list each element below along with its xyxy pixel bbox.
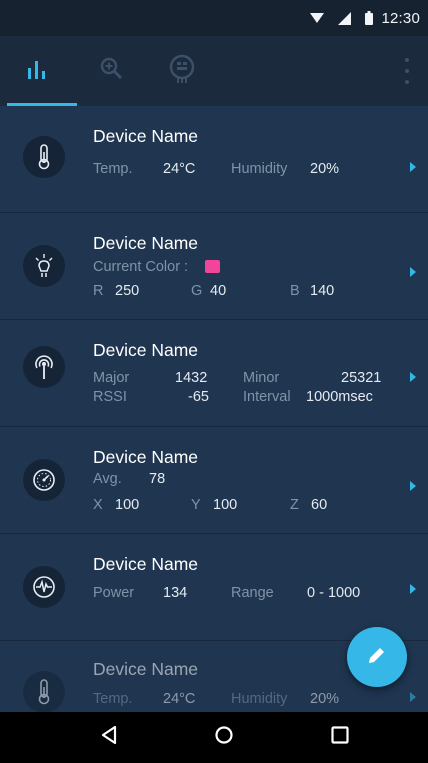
temp-label: Temp. xyxy=(93,161,133,177)
rssi-label: RSSI xyxy=(93,389,127,405)
temp-label: Temp. xyxy=(93,691,133,707)
interval-value: 1000msec xyxy=(306,389,373,405)
tab-search[interactable] xyxy=(82,36,142,106)
chevron-right-icon xyxy=(410,584,416,594)
system-nav-bar xyxy=(0,712,428,763)
x-label: X xyxy=(93,497,103,513)
g-label: G xyxy=(191,283,203,299)
x-value: 100 xyxy=(115,497,140,513)
device-name: Device Name xyxy=(93,554,199,574)
device-row[interactable]: Device Name Power 134 Range 0 - 1000 xyxy=(0,534,428,641)
device-row[interactable]: Device Name Major 1432 Minor 25321 RSSI … xyxy=(0,320,428,427)
minor-value: 25321 xyxy=(341,370,382,386)
b-label: B xyxy=(290,283,300,299)
tab-sensor[interactable] xyxy=(150,36,214,106)
avg-label: Avg. xyxy=(93,471,122,487)
speedometer-icon xyxy=(23,459,65,501)
temp-value: 24°C xyxy=(163,161,196,177)
current-color-label: Current Color : xyxy=(93,259,189,275)
home-icon xyxy=(214,725,234,750)
wifi-icon xyxy=(310,12,325,24)
cell-signal-icon xyxy=(338,11,352,25)
r-label: R xyxy=(93,283,104,299)
major-label: Major xyxy=(93,370,130,386)
interval-label: Interval xyxy=(243,389,291,405)
avg-value: 78 xyxy=(149,471,166,487)
y-value: 100 xyxy=(213,497,238,513)
zoom-in-icon xyxy=(99,56,125,87)
device-name: Device Name xyxy=(93,447,199,467)
chevron-right-icon xyxy=(410,162,416,172)
humidity-label: Humidity xyxy=(231,691,288,707)
humidity-label: Humidity xyxy=(231,161,288,177)
status-clock: 12:30 xyxy=(381,9,420,27)
edit-pencil-icon xyxy=(367,645,387,670)
chevron-right-icon xyxy=(410,267,416,277)
device-name: Device Name xyxy=(93,126,199,146)
beacon-icon xyxy=(23,346,65,388)
thermometer-icon xyxy=(23,136,65,178)
device-list: Device Name Temp. 24°C Humidity 20% Devi… xyxy=(0,106,428,712)
major-value: 1432 xyxy=(175,370,208,386)
back-button[interactable] xyxy=(79,712,139,763)
humidity-value: 20% xyxy=(310,691,340,707)
r-value: 250 xyxy=(115,283,140,299)
app-bar xyxy=(0,36,428,106)
light-bulb-icon xyxy=(23,245,65,287)
humidity-value: 20% xyxy=(310,161,340,177)
power-value: 134 xyxy=(163,585,188,601)
pulse-icon xyxy=(23,566,65,608)
recents-button[interactable] xyxy=(310,712,370,763)
z-label: Z xyxy=(290,497,299,513)
z-value: 60 xyxy=(311,497,328,513)
back-icon xyxy=(99,725,119,750)
status-bar: 12:30 xyxy=(0,0,428,36)
sensor-tag-icon xyxy=(168,54,196,89)
device-name: Device Name xyxy=(93,659,199,679)
range-label: Range xyxy=(231,585,274,601)
thermometer-icon xyxy=(23,671,65,712)
battery-icon xyxy=(365,11,374,25)
bar-chart-icon xyxy=(27,59,51,84)
home-button[interactable] xyxy=(194,712,254,763)
device-row[interactable]: Device Name Temp. 24°C Humidity 20% xyxy=(0,106,428,213)
edit-fab-button[interactable] xyxy=(347,627,407,687)
device-row[interactable]: Device Name Avg. 78 X 100 Y 100 Z 60 xyxy=(0,427,428,534)
device-name: Device Name xyxy=(93,233,199,253)
y-label: Y xyxy=(191,497,201,513)
g-value: 40 xyxy=(210,283,227,299)
chevron-right-icon xyxy=(410,372,416,382)
temp-value: 24°C xyxy=(163,691,196,707)
chevron-right-icon xyxy=(410,692,416,702)
chevron-right-icon xyxy=(410,481,416,491)
b-value: 140 xyxy=(310,283,335,299)
minor-label: Minor xyxy=(243,370,280,386)
rssi-value: -65 xyxy=(188,389,209,405)
device-name: Device Name xyxy=(93,340,199,360)
overflow-menu-icon[interactable] xyxy=(400,58,414,84)
power-label: Power xyxy=(93,585,135,601)
tab-stats[interactable] xyxy=(0,36,78,106)
device-row[interactable]: Device Name Current Color : R 250 G 40 B… xyxy=(0,213,428,320)
range-value: 0 - 1000 xyxy=(307,585,361,601)
recents-icon xyxy=(330,725,350,750)
